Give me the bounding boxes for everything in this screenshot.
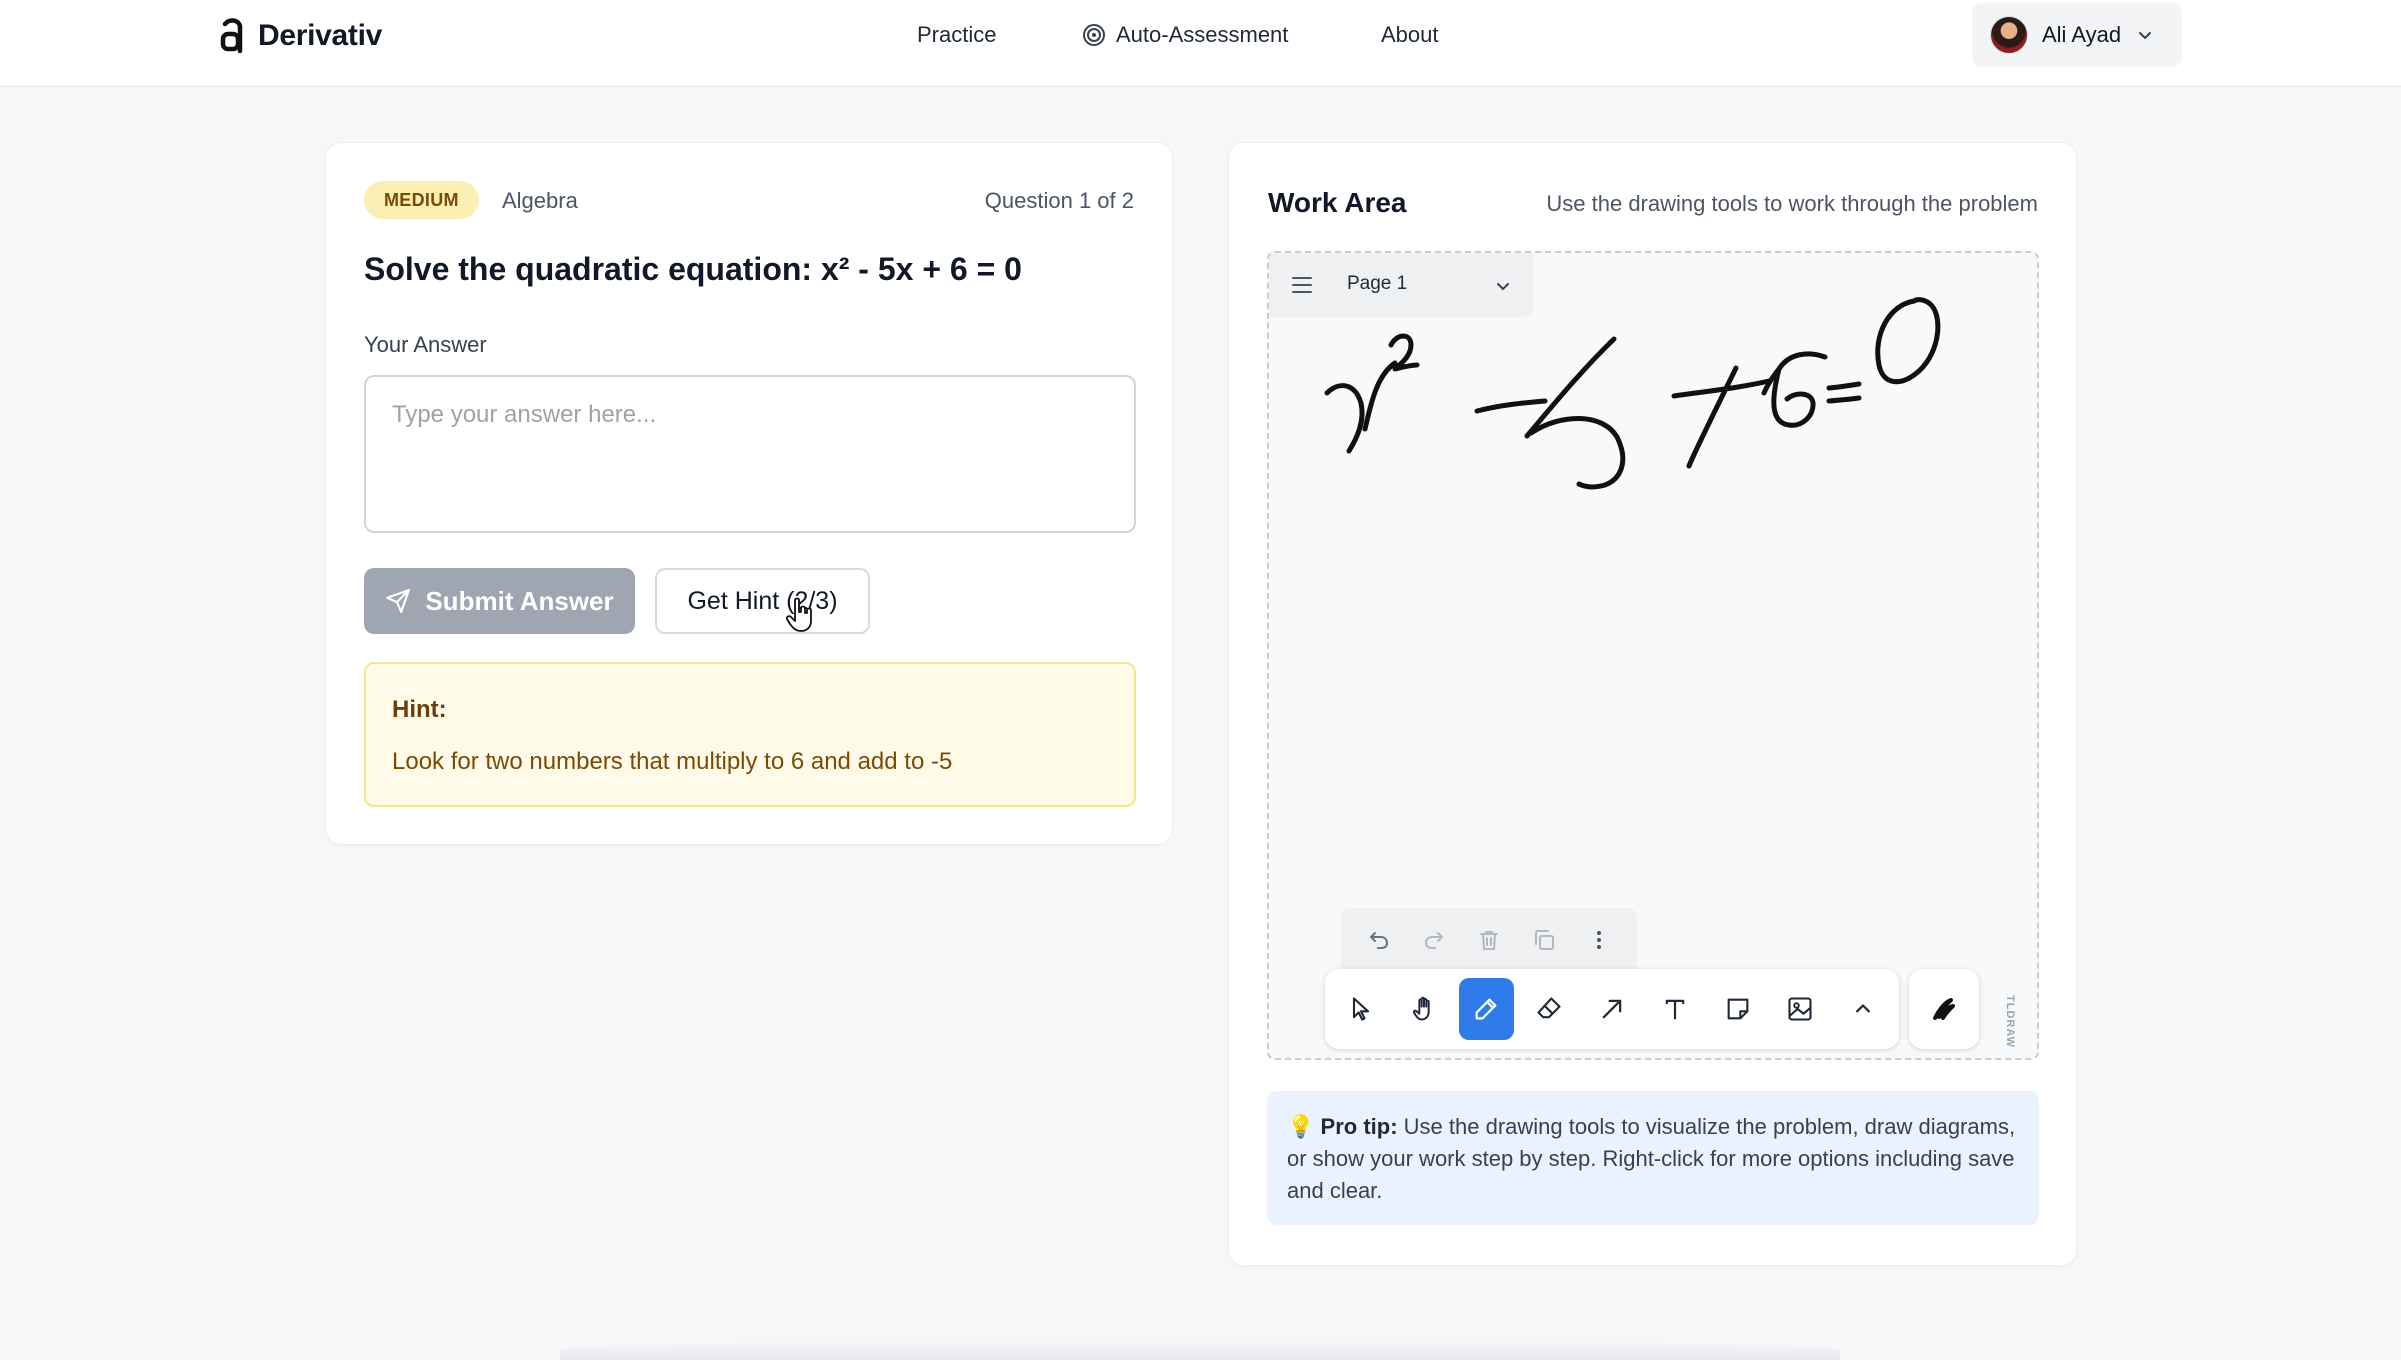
work-area-subtitle: Use the drawing tools to work through th… [1546, 191, 2038, 216]
chevron-down-icon[interactable] [1495, 278, 1511, 294]
tldraw-watermark[interactable]: TLDRAW [2004, 995, 2016, 1048]
hint-title: Hint: [392, 696, 447, 723]
top-nav-bar: Derivativ Practice Auto-Assessment About… [0, 0, 2401, 87]
question-card: MEDIUM Algebra Question 1 of 2 Solve the… [325, 142, 1173, 845]
menu-icon[interactable] [1291, 275, 1313, 295]
nav-practice[interactable]: Practice [917, 18, 996, 52]
nav-about[interactable]: About [1381, 18, 1439, 52]
work-area-card: Work Area Use the drawing tools to work … [1228, 142, 2077, 1266]
work-area-title: Work Area [1268, 187, 1407, 218]
chevron-down-icon [2139, 32, 2152, 40]
eraser-tool[interactable] [1521, 978, 1577, 1040]
redo-icon[interactable] [1419, 925, 1449, 955]
more-tools-button[interactable] [1835, 978, 1891, 1040]
hand-icon [1412, 996, 1430, 1021]
text-tool[interactable] [1647, 978, 1703, 1040]
note-tool[interactable] [1710, 978, 1766, 1040]
drawing-canvas[interactable]: Page 1 TLDRAW [1267, 251, 2039, 1060]
nav-auto-assessment[interactable]: Auto-Assessment [1082, 18, 1288, 52]
difficulty-badge: MEDIUM [364, 181, 479, 219]
image-icon [1788, 997, 1812, 1021]
hint-panel: Hint: Look for two numbers that multiply… [364, 662, 1136, 807]
note-icon [1727, 998, 1748, 1020]
pro-tip-label: Pro tip: [1320, 1114, 1398, 1139]
pro-tip-panel: 💡 Pro tip: Use the drawing tools to visu… [1267, 1091, 2039, 1225]
select-tool[interactable] [1333, 978, 1389, 1040]
image-tool[interactable] [1772, 978, 1828, 1040]
trash-icon[interactable] [1474, 925, 1504, 955]
select-icon [1352, 997, 1369, 1021]
submit-answer-label: Submit Answer [425, 585, 614, 616]
question-counter: Question 1 of 2 [984, 188, 1134, 213]
eraser-icon [1537, 997, 1561, 1019]
user-name: Ali Ayad [2042, 22, 2122, 47]
edit-actions-bar [1341, 908, 1637, 972]
hand-cursor-icon [785, 597, 812, 632]
more-icon[interactable] [1584, 925, 1614, 955]
hand-tool[interactable] [1396, 978, 1452, 1040]
page-menu[interactable]: Page 1 [1269, 253, 1534, 317]
undo-icon[interactable] [1364, 925, 1394, 955]
duplicate-icon[interactable] [1529, 925, 1559, 955]
answer-label: Your Answer [364, 332, 487, 357]
scribble-style-icon [1933, 998, 1955, 1020]
submit-answer-button[interactable]: Submit Answer [364, 568, 635, 634]
arrow-icon [1602, 999, 1622, 1019]
draw-tool[interactable] [1458, 978, 1515, 1040]
pencil-icon [1476, 998, 1497, 1020]
topic-label: Algebra [502, 188, 578, 213]
send-icon [386, 589, 411, 613]
arrow-tool[interactable] [1584, 978, 1640, 1040]
text-icon [1665, 999, 1685, 1020]
lightbulb-icon: 💡 [1287, 1114, 1315, 1139]
avatar [1990, 16, 2028, 54]
bottom-shadow [560, 1340, 1840, 1360]
answer-input[interactable] [364, 375, 1136, 533]
style-panel-button[interactable] [1909, 969, 1979, 1049]
target-icon [1083, 24, 1105, 46]
user-menu-button[interactable]: Ali Ayad [1972, 3, 2182, 67]
chevron-up-icon [1856, 1004, 1871, 1013]
nav-auto-assessment-label: Auto-Assessment [1116, 22, 1289, 47]
page-selector-label: Page 1 [1347, 273, 1408, 294]
drawing-toolbar [1325, 969, 1899, 1049]
hint-text: Look for two numbers that multiply to 6 … [392, 748, 953, 775]
question-text: Solve the quadratic equation: x² - 5x + … [364, 251, 1022, 287]
get-hint-button[interactable]: Get Hint (2/3) [655, 568, 870, 634]
